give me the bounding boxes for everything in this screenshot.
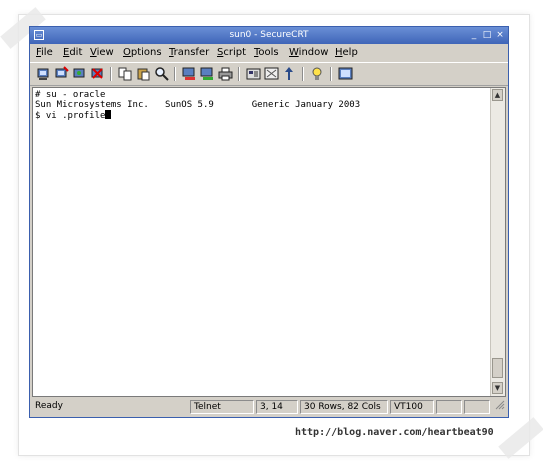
menu-options[interactable]: Options [123,47,162,58]
minimize-icon[interactable]: _ [468,29,480,41]
disconnect-icon[interactable] [90,66,105,81]
menu-transfer[interactable]: Transfer [169,47,209,58]
menu-window[interactable]: Window [289,47,328,58]
status-protocol: Telnet [190,400,254,414]
receive-file-icon[interactable] [200,66,215,81]
status-bar: Ready Telnet 3, 14 30 Rows, 82 Cols VT10… [30,399,508,415]
help-icon[interactable] [310,66,325,81]
terminal-line: # su - oracle [35,90,106,100]
menu-view[interactable]: View [90,47,114,58]
maximize-icon[interactable]: □ [481,29,493,41]
send-file-icon[interactable] [182,66,197,81]
toolbar [30,62,508,86]
title-bar[interactable]: ▭ sun0 - SecureCRT _ □ × [30,27,508,44]
status-size: 30 Rows, 82 Cols [300,400,388,414]
status-cell [436,400,462,414]
connect-icon[interactable] [36,66,51,81]
find-icon[interactable] [154,66,169,81]
copy-icon[interactable] [118,66,133,81]
securecrt-window: ▭ sun0 - SecureCRT _ □ × File Edit View … [29,26,509,418]
scroll-thumb[interactable] [492,358,503,378]
menu-tools[interactable]: Tools [254,47,279,58]
scroll-down-button[interactable]: ▼ [492,382,503,394]
print-icon[interactable] [218,66,233,81]
session-options-icon[interactable] [246,66,261,81]
status-cell [464,400,490,414]
terminal-output[interactable]: # su - oracle Sun Microsystems Inc. SunOS… [35,90,490,121]
toolbar-separator [302,67,304,81]
quick-connect-icon[interactable] [54,66,69,81]
global-options-icon[interactable] [264,66,279,81]
reconnect-icon[interactable] [72,66,87,81]
terminal-area[interactable]: # su - oracle Sun Microsystems Inc. SunOS… [32,87,506,397]
terminal-line: Sun Microsystems Inc. SunOS 5.9 Generic … [35,100,361,110]
close-icon[interactable]: × [494,29,506,41]
window-title: sun0 - SecureCRT [229,30,309,40]
paste-icon[interactable] [136,66,151,81]
resize-grip-icon[interactable] [492,400,506,414]
vertical-scrollbar[interactable]: ▲ ▼ [490,88,505,396]
menu-script[interactable]: Script [217,47,246,58]
toolbar-separator [174,67,176,81]
credit-text: http://blog.naver.com/heartbeat90 [295,427,494,438]
toolbar-separator [238,67,240,81]
menu-file[interactable]: File [36,47,53,58]
status-emulation: VT100 [390,400,434,414]
about-icon[interactable] [338,66,353,81]
scroll-up-button[interactable]: ▲ [492,89,503,101]
terminal-line: $ vi .profile [35,110,490,121]
menu-help[interactable]: Help [335,47,358,58]
menu-edit[interactable]: Edit [63,47,82,58]
status-state: Ready [35,401,63,411]
keymap-icon[interactable] [282,66,297,81]
toolbar-separator [110,67,112,81]
text-cursor [105,110,112,119]
status-cursor-position: 3, 14 [256,400,298,414]
toolbar-separator [330,67,332,81]
terminal-command: $ vi .profile [35,111,106,121]
menu-bar: File Edit View Options Transfer Script T… [30,45,508,61]
